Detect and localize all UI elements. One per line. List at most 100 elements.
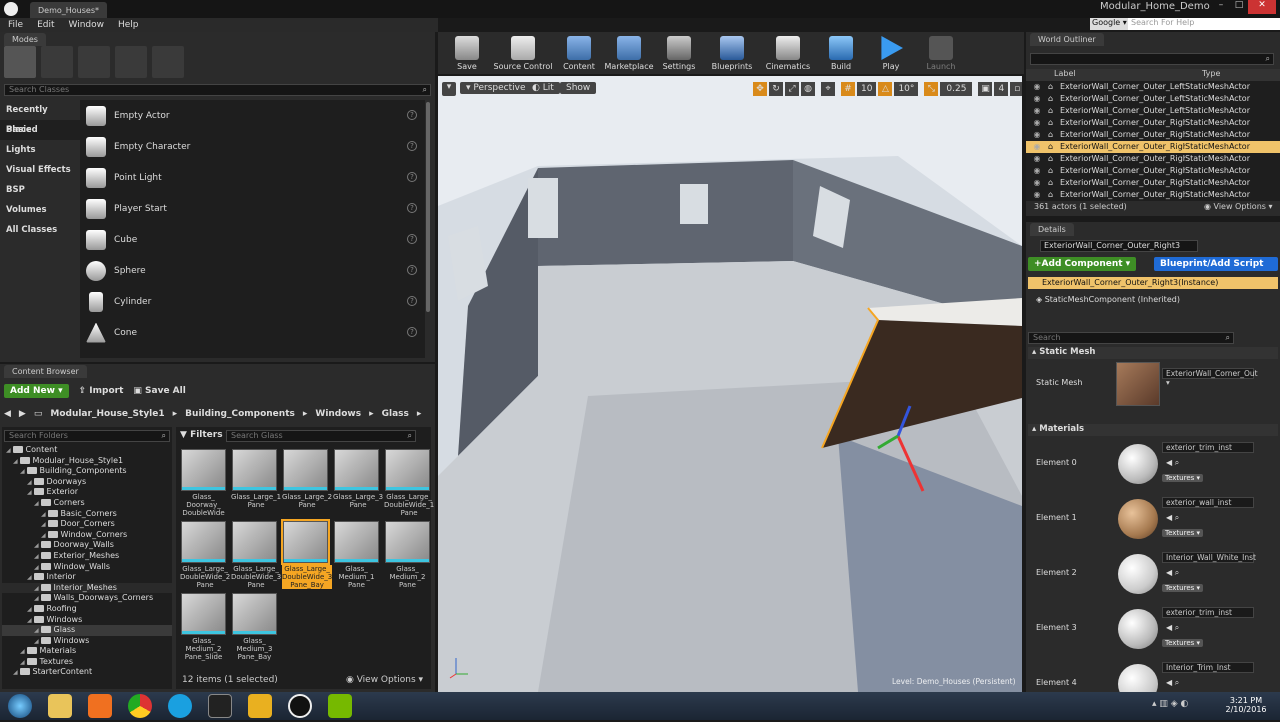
- material-thumbnail[interactable]: [1118, 664, 1158, 692]
- expand-arrow-icon[interactable]: ◢: [27, 617, 34, 624]
- eye-icon[interactable]: ◉: [1026, 93, 1048, 105]
- clock[interactable]: 3:21 PM 2/10/2016: [1224, 696, 1268, 714]
- asset-tile[interactable]: Glass_ Medium_2 Pane: [384, 521, 431, 589]
- expand-arrow-icon[interactable]: ◢: [20, 468, 27, 475]
- static-mesh-dropdown[interactable]: ExteriorWall_Corner_Out ▾: [1162, 368, 1258, 387]
- view-options-button[interactable]: ◉ View Options ▾: [346, 675, 423, 685]
- grid-snap-icon[interactable]: #: [841, 82, 855, 96]
- search-assets-input[interactable]: Search Glass ⌕: [226, 430, 416, 442]
- materials-section[interactable]: ▴ Materials: [1028, 424, 1278, 436]
- material-thumbnail[interactable]: [1118, 609, 1158, 649]
- actor-item[interactable]: Empty Character?: [80, 131, 425, 162]
- asset-tile[interactable]: Glass_Large_2 Pane: [282, 449, 332, 509]
- lit-button[interactable]: ◐ Lit: [526, 82, 560, 94]
- help-icon[interactable]: ?: [407, 327, 417, 337]
- eye-icon[interactable]: ◉: [1026, 81, 1048, 93]
- camera-speed-icon[interactable]: ▣: [978, 82, 993, 96]
- place-mode-icon[interactable]: [4, 46, 36, 78]
- eye-icon[interactable]: ◉: [1026, 117, 1048, 129]
- material-dropdown[interactable]: exterior_wall_inst: [1162, 497, 1254, 508]
- eye-icon[interactable]: ◉: [1026, 141, 1048, 153]
- landscape-mode-icon[interactable]: [78, 46, 110, 78]
- taskbar-lunacy[interactable]: [240, 690, 280, 722]
- help-icon[interactable]: ?: [407, 296, 417, 306]
- modes-tab[interactable]: Modes: [4, 33, 46, 46]
- help-search-input[interactable]: Search For Help: [1128, 18, 1280, 30]
- expand-arrow-icon[interactable]: ◢: [13, 669, 20, 676]
- outliner-row[interactable]: ◉⌂ ExteriorWall_Corner_Outer_Left_WirSta…: [1026, 105, 1280, 117]
- expand-arrow-icon[interactable]: ◢: [27, 479, 34, 486]
- details-search-input[interactable]: Search ⌕: [1028, 332, 1234, 344]
- tree-folder[interactable]: ◢ Window_Walls: [2, 562, 172, 573]
- perspective-button[interactable]: ▾ Perspective: [460, 82, 532, 94]
- tree-folder[interactable]: ◢ Content: [2, 445, 172, 456]
- asset-tile[interactable]: Glass_Large_ DoubleWide_2 Pane: [180, 521, 230, 589]
- tree-folder[interactable]: ◢ Interior: [2, 572, 172, 583]
- rotation-snap-value[interactable]: 10°: [894, 82, 919, 96]
- category-recently-placed[interactable]: Recently Placed: [0, 100, 80, 135]
- actor-item[interactable]: Cone?: [80, 317, 425, 348]
- world-icon[interactable]: ◍: [801, 82, 815, 96]
- eye-icon[interactable]: ◉: [1026, 129, 1048, 141]
- taskbar-media[interactable]: [80, 690, 120, 722]
- forward-arrow-icon[interactable]: ▶: [19, 409, 26, 419]
- actor-item[interactable]: Empty Actor?: [80, 100, 425, 131]
- category-basic[interactable]: Basic: [0, 120, 80, 140]
- tree-folder[interactable]: ◢ Materials: [2, 646, 172, 657]
- static-mesh-thumbnail[interactable]: [1116, 362, 1160, 406]
- cinematics-button[interactable]: Cinematics: [760, 36, 816, 74]
- asset-tile[interactable]: Glass_Large_3 Pane: [333, 449, 383, 509]
- component-row[interactable]: ◈ StaticMeshComponent (Inherited): [1036, 295, 1180, 304]
- tree-folder[interactable]: ◢ Modular_House_Style1: [2, 456, 172, 467]
- close-icon[interactable]: ✕: [1248, 0, 1276, 14]
- outliner-view-options[interactable]: ◉ View Options ▾: [1204, 202, 1273, 211]
- use-selected-arrow-icon[interactable]: ◀ ⌕: [1166, 458, 1179, 468]
- taskbar-epic[interactable]: [200, 690, 240, 722]
- use-selected-arrow-icon[interactable]: ◀ ⌕: [1166, 623, 1179, 633]
- tree-folder[interactable]: ◢ Textures: [2, 657, 172, 668]
- outliner-row[interactable]: ◉ ⌂ ExteriorWall_Corner_Outer_Right2 Stati…: [1026, 129, 1280, 141]
- expand-arrow-icon[interactable]: ◢: [34, 500, 41, 507]
- tree-folder[interactable]: ◢ Corners: [2, 498, 172, 509]
- help-icon[interactable]: ?: [407, 110, 417, 120]
- actor-item[interactable]: Sphere?: [80, 255, 425, 286]
- outliner-row[interactable]: ◉ ⌂ ExteriorWall_Corner_Outer_Right Static…: [1026, 117, 1280, 129]
- asset-tile[interactable]: Glass_Large_1 Pane: [231, 449, 281, 509]
- expand-arrow-icon[interactable]: ◢: [20, 648, 27, 655]
- breadcrumb-item[interactable]: Glass: [382, 409, 409, 419]
- eye-icon[interactable]: ◉: [1026, 189, 1048, 201]
- material-thumbnail[interactable]: [1118, 444, 1158, 484]
- asset-tile[interactable]: Glass_ Medium_3 Pane_Bay: [231, 593, 278, 661]
- add-component-button[interactable]: +Add Component ▾: [1028, 257, 1137, 271]
- filters-button[interactable]: ▼ Filters ▾: [180, 430, 230, 440]
- expand-arrow-icon[interactable]: ◢: [34, 585, 41, 592]
- expand-arrow-icon[interactable]: ◢: [27, 574, 34, 581]
- column-label[interactable]: Label: [1054, 69, 1076, 78]
- expand-arrow-icon[interactable]: ◢: [34, 564, 41, 571]
- launch-button[interactable]: Launch: [916, 36, 966, 74]
- scale-snap-value[interactable]: 0.25: [940, 82, 973, 96]
- maximize-icon[interactable]: □: [1230, 0, 1248, 14]
- category-visual-effects[interactable]: Visual Effects: [0, 160, 80, 180]
- viewport-options-button[interactable]: ▾: [442, 82, 456, 96]
- details-tab[interactable]: Details: [1030, 223, 1074, 236]
- import-button[interactable]: ⇪ Import: [79, 386, 124, 396]
- camera-speed-value[interactable]: 4: [994, 82, 1009, 96]
- asset-tile[interactable]: Glass_ Medium_1 Pane: [333, 521, 380, 589]
- geometry-mode-icon[interactable]: [152, 46, 184, 78]
- asset-tile[interactable]: Glass_Large_ DoubleWide_1 Pane: [384, 449, 434, 517]
- asset-tile[interactable]: Glass_ Medium_2 Pane_Slide: [180, 593, 227, 661]
- outliner-row[interactable]: ◉⌂ ExteriorWall_Corner_Outer_Left_WirSta…: [1026, 81, 1280, 93]
- maximize-viewport-icon[interactable]: ▫: [1010, 82, 1022, 96]
- expand-arrow-icon[interactable]: ◢: [41, 532, 48, 539]
- static-mesh-section[interactable]: ▴ Static Mesh: [1028, 347, 1278, 359]
- expand-arrow-icon[interactable]: ◢: [34, 627, 41, 634]
- category-volumes[interactable]: Volumes: [0, 200, 80, 220]
- scrollbar[interactable]: [426, 102, 430, 312]
- tree-folder[interactable]: ◢ Exterior: [2, 487, 172, 498]
- minimize-icon[interactable]: –: [1212, 0, 1230, 14]
- world-outliner-tab[interactable]: World Outliner: [1030, 33, 1104, 46]
- outliner-row[interactable]: ◉⌂ ExteriorWall_Corner_Outer_Left_WirSta…: [1026, 93, 1280, 105]
- tree-folder[interactable]: ◢ Basic_Corners: [2, 509, 172, 520]
- breadcrumb-item[interactable]: Modular_House_Style1: [50, 409, 164, 419]
